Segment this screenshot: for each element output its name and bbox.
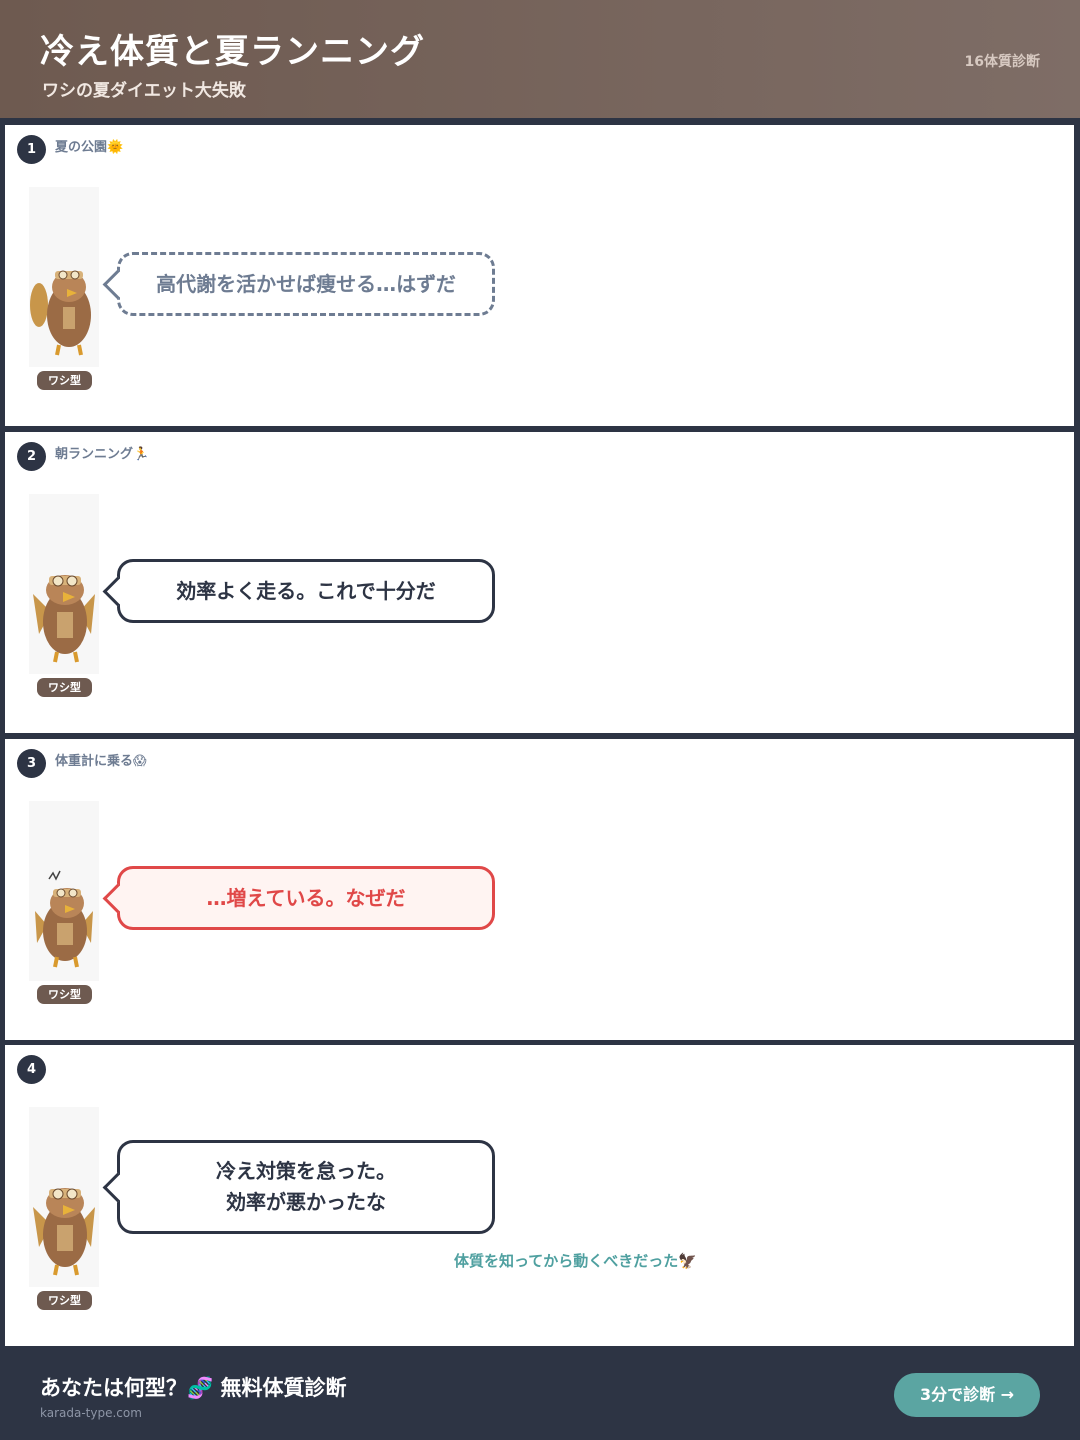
cta-text: あなたは何型？🧬 無料体質診断 (40, 1376, 347, 1400)
start-diagnosis-button[interactable]: 3分で診断 → (894, 1373, 1040, 1417)
panel-number: 4 (17, 1055, 46, 1084)
bubble-text-line: 高代謝を活かせば痩せる…はずだ (156, 271, 456, 296)
bubble-tail (102, 1172, 133, 1203)
brand-label: 16体質診断 (964, 54, 1040, 70)
bubble-tail (102, 576, 133, 607)
panel-number: 2 (17, 442, 46, 471)
scene-caption: 朝ランニング🏃 (55, 447, 150, 462)
footer: あなたは何型？🧬 無料体質診断 karada-type.com 3分で診断 → (0, 1346, 1080, 1440)
header: 冷え体質と夏ランニング ワシの夏ダイエット大失敗 16体質診断 (0, 0, 1080, 118)
panel-note: 体質を知ってから動くべきだった🦅 (454, 1252, 697, 1270)
scene-caption: 体重計に乗る😱 (55, 754, 147, 769)
bubble-tail (102, 883, 133, 914)
thought-bubble: 高代謝を活かせば痩せる…はずだ (102, 252, 495, 316)
alarm-speech-bubble: …増えている。なぜだ (102, 866, 495, 930)
character-tag: ワシ型 (37, 371, 92, 390)
eagle-character-icon (29, 187, 99, 367)
speech-bubble: 冷え対策を怠った。 効率が悪かったな (102, 1140, 495, 1234)
character-tag: ワシ型 (37, 985, 92, 1004)
bubble-text-line: 効率が悪かったな (226, 1190, 386, 1214)
site-domain[interactable]: karada-type.com (40, 1406, 142, 1420)
bubble-text-line: 効率よく走る。これで十分だ (176, 578, 436, 603)
bubble-tail (102, 269, 133, 300)
comic-panel-4: 4 ワシ型 冷え対策を怠った。 効率が悪かったな 体質を知ってから動くべきだった… (5, 1045, 1074, 1346)
eagle-character-icon (29, 1107, 99, 1287)
scene-caption: 夏の公園🌞 (55, 140, 124, 155)
page-subtitle: ワシの夏ダイエット大失敗 (42, 81, 246, 101)
eagle-character-icon (29, 494, 99, 674)
bubble-text-line: 冷え対策を怠った。 (216, 1159, 396, 1183)
bubble-text-line: …増えている。なぜだ (206, 885, 406, 910)
comic-panel-2: 2 朝ランニング🏃 ワシ型 効率よく走る。これで十分だ (5, 432, 1074, 733)
comic-panel-3: 3 体重計に乗る😱 ワシ型 …増えている。なぜだ (5, 739, 1074, 1040)
character-tag: ワシ型 (37, 678, 92, 697)
panel-number: 1 (17, 135, 46, 164)
panel-number: 3 (17, 749, 46, 778)
speech-bubble: 効率よく走る。これで十分だ (102, 559, 495, 623)
eagle-character-icon (29, 801, 99, 981)
comic-panel-1: 1 夏の公園🌞 ワシ型 高代謝を活かせば痩せる…はずだ (5, 125, 1074, 426)
page-title: 冷え体質と夏ランニング (40, 32, 425, 72)
character-tag: ワシ型 (37, 1291, 92, 1310)
